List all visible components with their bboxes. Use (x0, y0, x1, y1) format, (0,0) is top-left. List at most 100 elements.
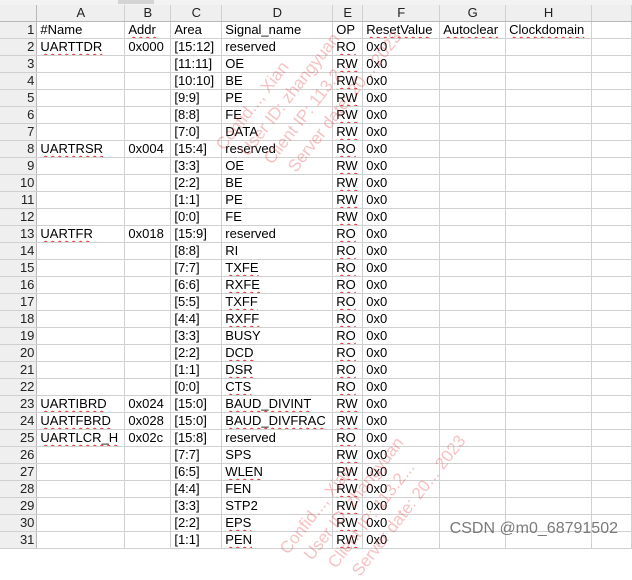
cell-f29[interactable]: 0x0 (362, 497, 441, 515)
cell-c10[interactable]: [2:2] (170, 174, 223, 192)
row-header[interactable]: 27 (0, 463, 38, 481)
cell-h28[interactable] (505, 480, 593, 498)
cell-g20[interactable] (439, 344, 507, 362)
row-header[interactable]: 11 (0, 191, 38, 209)
cell-d14[interactable]: RI (221, 242, 334, 260)
cell-d30[interactable]: EPS (221, 514, 334, 532)
cell-d1[interactable]: Signal_name (221, 21, 334, 39)
cell-b27[interactable] (124, 463, 172, 481)
cell-e28[interactable]: RW (332, 480, 364, 498)
row-header[interactable]: 14 (0, 242, 38, 260)
cell-b15[interactable] (124, 259, 172, 277)
cell-b5[interactable] (124, 89, 172, 107)
cell-g6[interactable] (439, 106, 507, 124)
cell-h13[interactable] (505, 225, 593, 243)
cell-c12[interactable]: [0:0] (170, 208, 223, 226)
cell-d29[interactable]: STP2 (221, 497, 334, 515)
cell-g17[interactable] (439, 293, 507, 311)
cell-h21[interactable] (505, 361, 593, 379)
cell-blank[interactable] (591, 276, 632, 294)
row-header[interactable]: 26 (0, 446, 38, 464)
cell-f3[interactable]: 0x0 (362, 55, 441, 73)
column-header[interactable]: B (124, 5, 172, 22)
cell-e15[interactable]: RO (332, 259, 364, 277)
cell-d26[interactable]: SPS (221, 446, 334, 464)
cell-e3[interactable]: RW (332, 55, 364, 73)
cell-d20[interactable]: DCD (221, 344, 334, 362)
cell-e20[interactable]: RO (332, 344, 364, 362)
cell-c27[interactable]: [6:5] (170, 463, 223, 481)
cell-g14[interactable] (439, 242, 507, 260)
cell-c15[interactable]: [7:7] (170, 259, 223, 277)
row-header[interactable]: 2 (0, 38, 38, 56)
cell-d13[interactable]: reserved (221, 225, 334, 243)
cell-c19[interactable]: [3:3] (170, 327, 223, 345)
cell-g4[interactable] (439, 72, 507, 90)
cell-blank[interactable] (591, 72, 632, 90)
cell-f6[interactable]: 0x0 (362, 106, 441, 124)
cell-c9[interactable]: [3:3] (170, 157, 223, 175)
cell-d8[interactable]: reserved (221, 140, 334, 158)
row-header[interactable]: 23 (0, 395, 38, 413)
row-header[interactable]: 29 (0, 497, 38, 515)
cell-e8[interactable]: RO (332, 140, 364, 158)
cell-blank[interactable] (591, 89, 632, 107)
cell-g29[interactable] (439, 497, 507, 515)
cell-h30[interactable] (505, 514, 593, 532)
cell-b19[interactable] (124, 327, 172, 345)
cell-h25[interactable] (505, 429, 593, 447)
cell-b9[interactable] (124, 157, 172, 175)
cell-e16[interactable]: RO (332, 276, 364, 294)
cell-f27[interactable]: 0x0 (362, 463, 441, 481)
cell-f8[interactable]: 0x0 (362, 140, 441, 158)
cell-b11[interactable] (124, 191, 172, 209)
cell-c28[interactable]: [4:4] (170, 480, 223, 498)
cell-b7[interactable] (124, 123, 172, 141)
cell-c6[interactable]: [8:8] (170, 106, 223, 124)
cell-h7[interactable] (505, 123, 593, 141)
cell-a10[interactable] (36, 174, 126, 192)
cell-e23[interactable]: RW (332, 395, 364, 413)
cell-e9[interactable]: RW (332, 157, 364, 175)
cell-e17[interactable]: RO (332, 293, 364, 311)
row-header[interactable]: 25 (0, 429, 38, 447)
cell-a30[interactable] (36, 514, 126, 532)
cell-e24[interactable]: RW (332, 412, 364, 430)
cell-a6[interactable] (36, 106, 126, 124)
cell-d25[interactable]: reserved (221, 429, 334, 447)
row-header[interactable]: 3 (0, 55, 38, 73)
cell-e12[interactable]: RW (332, 208, 364, 226)
cell-b25[interactable]: 0x02c (124, 429, 172, 447)
cell-h24[interactable] (505, 412, 593, 430)
cell-a26[interactable] (36, 446, 126, 464)
cell-e26[interactable]: RW (332, 446, 364, 464)
cell-g26[interactable] (439, 446, 507, 464)
cell-blank[interactable] (591, 344, 632, 362)
cell-b16[interactable] (124, 276, 172, 294)
cell-h6[interactable] (505, 106, 593, 124)
cell-d11[interactable]: PE (221, 191, 334, 209)
cell-c30[interactable]: [2:2] (170, 514, 223, 532)
cell-c22[interactable]: [0:0] (170, 378, 223, 396)
cell-b23[interactable]: 0x024 (124, 395, 172, 413)
row-header[interactable]: 1 (0, 21, 38, 39)
cell-a4[interactable] (36, 72, 126, 90)
row-header[interactable]: 8 (0, 140, 38, 158)
cell-h9[interactable] (505, 157, 593, 175)
cell-b14[interactable] (124, 242, 172, 260)
cell-blank[interactable] (591, 191, 632, 209)
cell-h29[interactable] (505, 497, 593, 515)
cell-h19[interactable] (505, 327, 593, 345)
cell-f25[interactable]: 0x0 (362, 429, 441, 447)
cell-e4[interactable]: RW (332, 72, 364, 90)
cell-blank[interactable] (591, 174, 632, 192)
cell-blank[interactable] (591, 123, 632, 141)
cell-a7[interactable] (36, 123, 126, 141)
cell-h23[interactable] (505, 395, 593, 413)
cell-a29[interactable] (36, 497, 126, 515)
row-header[interactable]: 6 (0, 106, 38, 124)
cell-h12[interactable] (505, 208, 593, 226)
column-header[interactable]: D (221, 5, 334, 22)
cell-d28[interactable]: FEN (221, 480, 334, 498)
cell-d10[interactable]: BE (221, 174, 334, 192)
